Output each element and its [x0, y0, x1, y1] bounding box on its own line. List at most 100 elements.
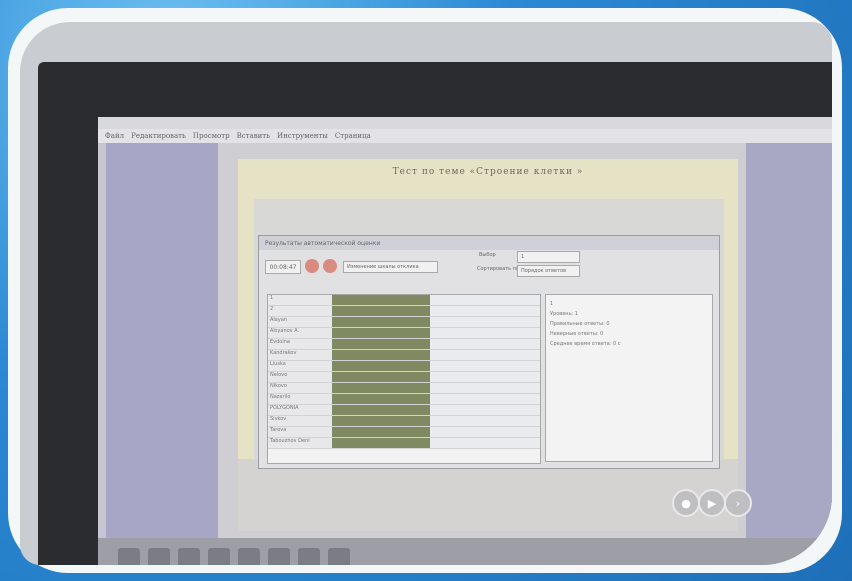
answer-bar	[332, 372, 430, 382]
student-name: Alsyanov A.	[268, 328, 332, 338]
answer-cell	[430, 350, 540, 360]
window-titlebar	[98, 117, 832, 129]
answer-cell	[430, 438, 540, 448]
slide-bottom	[238, 459, 738, 531]
answer-cell	[430, 372, 540, 382]
monitor-bezel: Файл Редактировать Просмотр Вставить Инс…	[38, 62, 832, 565]
student-name: 2	[268, 306, 332, 316]
taskbar-icon[interactable]	[178, 548, 200, 565]
student-name: Nelovo	[268, 372, 332, 382]
filter-combo[interactable]: 1	[517, 251, 580, 263]
table-row[interactable]: Kandrakov	[268, 350, 540, 361]
workspace-right	[746, 143, 832, 538]
menu-insert[interactable]: Вставить	[237, 132, 270, 140]
taskbar	[98, 538, 832, 565]
table-row[interactable]: POLYGONIA	[268, 405, 540, 416]
table-row[interactable]: Sivkov	[268, 416, 540, 427]
menu-bar: Файл Редактировать Просмотр Вставить Инс…	[98, 129, 832, 143]
stop-button[interactable]: ●	[672, 489, 700, 517]
answer-bar	[332, 306, 430, 316]
table-row[interactable]: Nelovo	[268, 372, 540, 383]
view-combo[interactable]: Изменение шкалы отклика	[343, 261, 438, 273]
answer-cell	[430, 306, 540, 316]
table-row[interactable]: 1	[268, 295, 540, 306]
student-name: Nikovo	[268, 383, 332, 393]
dialog-toolbar: 00:08:47 Изменение шкалы отклика Выбор 1…	[259, 250, 719, 286]
taskbar-icon[interactable]	[118, 548, 140, 565]
answer-bar	[332, 394, 430, 404]
menu-file[interactable]: Файл	[105, 132, 124, 140]
table-row[interactable]: Nikovo	[268, 383, 540, 394]
ruler	[98, 143, 106, 538]
answer-cell	[430, 317, 540, 327]
student-name: 1	[268, 295, 332, 305]
student-name: Nazarilo	[268, 394, 332, 404]
answer-bar	[332, 416, 430, 426]
next-button[interactable]: ›	[724, 489, 752, 517]
results-table: 1 2 Alayan Alsyanov A. Evdoina Kandrakov Liusk…	[267, 294, 541, 464]
answer-cell	[430, 383, 540, 393]
taskbar-icon[interactable]	[238, 548, 260, 565]
answer-bar	[332, 328, 430, 338]
answer-cell	[430, 416, 540, 426]
student-name: Kandrakov	[268, 350, 332, 360]
answer-bar	[332, 295, 430, 305]
stat-line: Правильные ответы: 0	[550, 321, 610, 327]
table-row[interactable]: 2	[268, 306, 540, 317]
taskbar-icon[interactable]	[268, 548, 290, 565]
answer-bar	[332, 427, 430, 437]
student-name: Liuska	[268, 361, 332, 371]
menu-edit[interactable]: Редактировать	[131, 132, 186, 140]
answer-bar	[332, 361, 430, 371]
results-dialog: Результаты автоматической оценки 00:08:4…	[258, 235, 720, 469]
taskbar-icon[interactable]	[328, 548, 350, 565]
answer-cell	[430, 328, 540, 338]
student-name: Sivkov	[268, 416, 332, 426]
student-name: Evdoina	[268, 339, 332, 349]
table-row[interactable]: Evdoina	[268, 339, 540, 350]
stat-line: Неверные ответы: 0	[550, 331, 604, 337]
workspace-left	[98, 143, 218, 538]
answer-cell	[430, 295, 540, 305]
stat-line: 1	[550, 301, 554, 307]
answer-cell	[430, 339, 540, 349]
timer: 00:08:47	[265, 260, 301, 274]
student-name: Tarova	[268, 427, 332, 437]
dialog-title: Результаты автоматической оценки	[259, 236, 719, 250]
student-name: Tabouzhov Deni	[268, 438, 332, 448]
table-row[interactable]: Tabouzhov Deni	[268, 438, 540, 449]
answer-bar	[332, 339, 430, 349]
menu-view[interactable]: Просмотр	[193, 132, 230, 140]
sort-label: Сортировать по	[477, 266, 519, 272]
answer-bar	[332, 438, 430, 448]
answer-bar	[332, 405, 430, 415]
taskbar-icon[interactable]	[298, 548, 320, 565]
table-row[interactable]: Tarova	[268, 427, 540, 438]
answer-bar	[332, 317, 430, 327]
pause-button[interactable]	[305, 259, 319, 273]
answer-bar	[332, 383, 430, 393]
taskbar-icon[interactable]	[148, 548, 170, 565]
sort-combo[interactable]: Порядок ответов	[517, 265, 580, 277]
student-name: Alayan	[268, 317, 332, 327]
record-button[interactable]	[323, 259, 337, 273]
filter-label: Выбор	[479, 252, 496, 258]
table-row[interactable]: Liuska	[268, 361, 540, 372]
answer-cell	[430, 427, 540, 437]
answer-cell	[430, 405, 540, 415]
menu-page[interactable]: Страница	[335, 132, 371, 140]
table-row[interactable]: Alsyanov A.	[268, 328, 540, 339]
stats-panel: 1 Уровень: 1 Правильные ответы: 0 Неверные …	[545, 294, 713, 462]
stat-line: Среднее время ответа: 0 с	[550, 341, 621, 347]
table-row[interactable]: Nazarilo	[268, 394, 540, 405]
menu-tools[interactable]: Инструменты	[277, 132, 328, 140]
screen: Файл Редактировать Просмотр Вставить Инс…	[98, 117, 832, 565]
answer-cell	[430, 394, 540, 404]
answer-cell	[430, 361, 540, 371]
taskbar-icon[interactable]	[208, 548, 230, 565]
table-row[interactable]: Alayan	[268, 317, 540, 328]
slide-title: Тест по теме «Строение клетки »	[392, 167, 584, 177]
student-name: POLYGONIA	[268, 405, 332, 415]
play-button[interactable]: ▶	[698, 489, 726, 517]
answer-bar	[332, 350, 430, 360]
